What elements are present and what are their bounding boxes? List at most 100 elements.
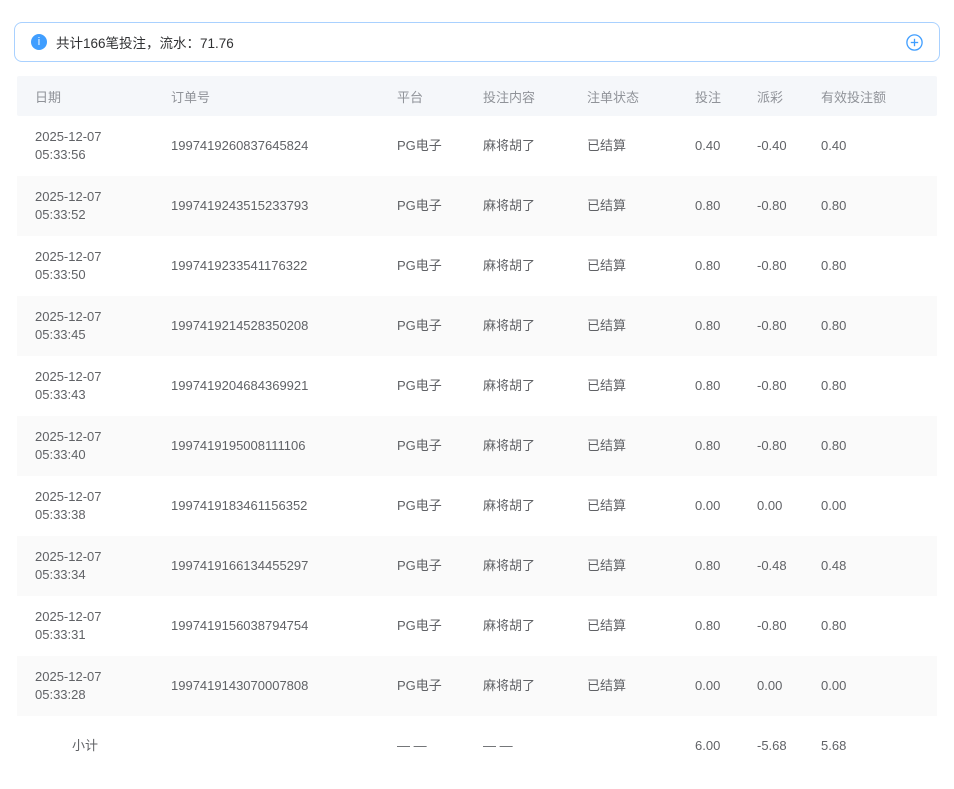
header-date: 日期 (17, 87, 153, 106)
cell-content: 麻将胡了 (465, 257, 569, 275)
cell-status: 已结算 (569, 497, 677, 515)
cell-platform: PG电子 (379, 377, 465, 395)
cell-payout: -0.80 (739, 437, 803, 455)
cell-content: 麻将胡了 (465, 677, 569, 695)
cell-platform: PG电子 (379, 317, 465, 335)
subtotal-content: — — (465, 737, 569, 755)
cell-bet: 0.80 (677, 437, 739, 455)
header-bet: 投注 (677, 87, 739, 106)
cell-date: 2025-12-0705:33:43 (17, 368, 153, 404)
cell-valid: 0.80 (803, 437, 937, 455)
cell-valid: 0.80 (803, 317, 937, 335)
cell-order: 1997419243515233793 (153, 197, 379, 215)
cell-platform: PG电子 (379, 497, 465, 515)
cell-valid: 0.00 (803, 677, 937, 695)
table-row: 2025-12-0705:33:281997419143070007808PG电… (17, 656, 937, 716)
cell-bet: 0.40 (677, 137, 739, 155)
cell-content: 麻将胡了 (465, 557, 569, 575)
cell-valid: 0.48 (803, 557, 937, 575)
cell-order: 1997419260837645824 (153, 137, 379, 155)
cell-order: 1997419195008111106 (153, 437, 379, 455)
cell-order: 1997419183461156352 (153, 497, 379, 515)
cell-payout: -0.80 (739, 257, 803, 275)
cell-bet: 0.00 (677, 497, 739, 515)
cell-payout: 0.00 (739, 677, 803, 695)
cell-content: 麻将胡了 (465, 317, 569, 335)
cell-payout: 0.00 (739, 497, 803, 515)
table-row: 2025-12-0705:33:311997419156038794754PG电… (17, 596, 937, 656)
cell-order: 1997419233541176322 (153, 257, 379, 275)
cell-date: 2025-12-0705:33:40 (17, 428, 153, 464)
header-content: 投注内容 (465, 87, 569, 106)
cell-status: 已结算 (569, 437, 677, 455)
bets-table: 日期 订单号 平台 投注内容 注单状态 投注 派彩 有效投注额 2025-12-… (17, 76, 937, 776)
header-payout: 派彩 (739, 87, 803, 106)
subtotal-payout: -5.68 (739, 737, 803, 755)
header-order: 订单号 (153, 87, 379, 106)
table-body: 2025-12-0705:33:561997419260837645824PG电… (17, 116, 937, 716)
cell-platform: PG电子 (379, 137, 465, 155)
cell-status: 已结算 (569, 317, 677, 335)
cell-order: 1997419214528350208 (153, 317, 379, 335)
cell-content: 麻将胡了 (465, 197, 569, 215)
cell-payout: -0.80 (739, 617, 803, 635)
cell-payout: -0.48 (739, 557, 803, 575)
table-row: 2025-12-0705:33:431997419204684369921PG电… (17, 356, 937, 416)
cell-date: 2025-12-0705:33:45 (17, 308, 153, 344)
subtotal-platform: — — (379, 737, 465, 755)
table-header-row: 日期 订单号 平台 投注内容 注单状态 投注 派彩 有效投注额 (17, 76, 937, 116)
cell-payout: -0.80 (739, 377, 803, 395)
table-row: 2025-12-0705:33:521997419243515233793PG电… (17, 176, 937, 236)
cell-date: 2025-12-0705:33:56 (17, 128, 153, 164)
cell-valid: 0.40 (803, 137, 937, 155)
cell-date: 2025-12-0705:33:38 (17, 488, 153, 524)
cell-platform: PG电子 (379, 557, 465, 575)
cell-order: 1997419143070007808 (153, 677, 379, 695)
cell-bet: 0.80 (677, 197, 739, 215)
cell-platform: PG电子 (379, 257, 465, 275)
cell-content: 麻将胡了 (465, 497, 569, 515)
header-valid: 有效投注额 (803, 87, 937, 106)
cell-status: 已结算 (569, 257, 677, 275)
cell-order: 1997419156038794754 (153, 617, 379, 635)
cell-bet: 0.80 (677, 257, 739, 275)
info-icon: i (31, 34, 47, 50)
cell-platform: PG电子 (379, 677, 465, 695)
header-status: 注单状态 (569, 87, 677, 106)
cell-platform: PG电子 (379, 437, 465, 455)
cell-valid: 0.80 (803, 377, 937, 395)
cell-valid: 0.80 (803, 617, 937, 635)
subtotal-valid: 5.68 (803, 737, 937, 755)
cell-date: 2025-12-0705:33:52 (17, 188, 153, 224)
header-platform: 平台 (379, 87, 465, 106)
cell-platform: PG电子 (379, 617, 465, 635)
cell-status: 已结算 (569, 137, 677, 155)
cell-order: 1997419166134455297 (153, 557, 379, 575)
cell-bet: 0.80 (677, 377, 739, 395)
table-row: 2025-12-0705:33:381997419183461156352PG电… (17, 476, 937, 536)
cell-content: 麻将胡了 (465, 137, 569, 155)
cell-valid: 0.80 (803, 197, 937, 215)
subtotal-bet: 6.00 (677, 737, 739, 755)
cell-bet: 0.80 (677, 617, 739, 635)
cell-date: 2025-12-0705:33:31 (17, 608, 153, 644)
table-row: 2025-12-0705:33:501997419233541176322PG电… (17, 236, 937, 296)
cell-platform: PG电子 (379, 197, 465, 215)
cell-payout: -0.80 (739, 197, 803, 215)
cell-valid: 0.00 (803, 497, 937, 515)
cell-content: 麻将胡了 (465, 437, 569, 455)
cell-status: 已结算 (569, 377, 677, 395)
cell-bet: 0.80 (677, 317, 739, 335)
cell-bet: 0.80 (677, 557, 739, 575)
expand-plus-icon[interactable] (905, 33, 923, 51)
cell-payout: -0.80 (739, 317, 803, 335)
summary-text: 共计166笔投注，流水：71.76 (56, 32, 234, 52)
subtotal-label: 小计 (17, 737, 153, 755)
cell-valid: 0.80 (803, 257, 937, 275)
table-row: 2025-12-0705:33:341997419166134455297PG电… (17, 536, 937, 596)
cell-payout: -0.40 (739, 137, 803, 155)
table-row: 2025-12-0705:33:401997419195008111106PG电… (17, 416, 937, 476)
cell-status: 已结算 (569, 677, 677, 695)
cell-order: 1997419204684369921 (153, 377, 379, 395)
cell-bet: 0.00 (677, 677, 739, 695)
